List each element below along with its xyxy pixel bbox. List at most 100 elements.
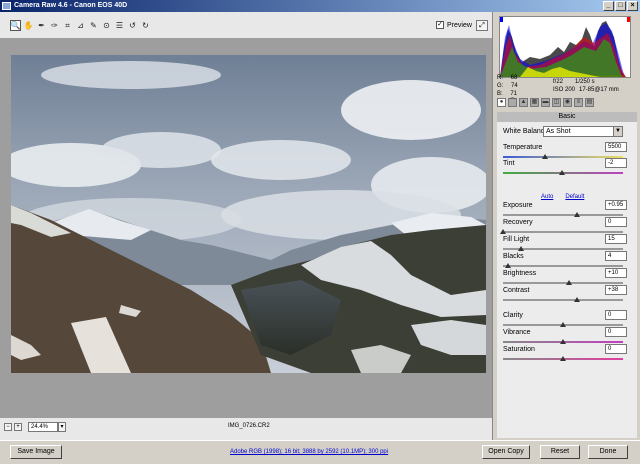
rotate-cw-icon[interactable]: ↻: [140, 20, 151, 31]
preview-checkbox[interactable]: ✓: [436, 21, 444, 29]
hsl-tab-icon[interactable]: ▦: [530, 98, 539, 107]
contrast-input[interactable]: +38: [605, 285, 627, 295]
blacks-track[interactable]: [503, 265, 623, 267]
vibrance-thumb[interactable]: [560, 339, 566, 344]
blacks-label: Blacks: [503, 253, 524, 260]
recovery-track[interactable]: [503, 231, 623, 233]
g-label: G:: [497, 83, 504, 89]
right-pane: R: 68 G: 74 B: 71 f/22 1/250 s ISO 200 1…: [492, 12, 640, 440]
reset-button[interactable]: Reset: [540, 445, 580, 459]
straighten-tool-icon[interactable]: ⊿: [75, 20, 86, 31]
recovery-input[interactable]: 0: [605, 217, 627, 227]
zoom-in-button[interactable]: +: [14, 423, 22, 431]
r-label: R:: [497, 75, 503, 81]
preview-toggle[interactable]: ✓ Preview: [436, 21, 472, 29]
rotate-ccw-icon[interactable]: ↺: [127, 20, 138, 31]
brightness-thumb[interactable]: [566, 280, 572, 285]
recovery-thumb[interactable]: [500, 229, 506, 234]
b-label: B:: [497, 91, 503, 97]
red-eye-tool-icon[interactable]: ⊙: [101, 20, 112, 31]
photo-preview: [11, 55, 486, 373]
default-link[interactable]: Default: [565, 194, 584, 200]
clarity-label: Clarity: [503, 312, 523, 319]
save-image-button[interactable]: Save Image: [10, 445, 62, 459]
blacks-input[interactable]: 4: [605, 251, 627, 261]
exposure-track[interactable]: [503, 214, 623, 216]
snapshots-tab-icon[interactable]: ▤: [585, 98, 594, 107]
histogram-graph: [500, 17, 630, 77]
workflow-options-link[interactable]: Adobe RGB (1998); 16 bit; 3888 by 2592 (…: [230, 449, 388, 455]
preferences-icon[interactable]: ☰: [114, 20, 125, 31]
camera-calibration-tab-icon[interactable]: ◉: [563, 98, 572, 107]
g-value: 74: [511, 83, 518, 89]
zoom-out-button[interactable]: −: [4, 423, 12, 431]
tint-thumb[interactable]: [558, 170, 565, 175]
title-bar: Camera Raw 4.6 - Canon EOS 40D _ □ ×: [0, 0, 640, 12]
maximize-button[interactable]: □: [615, 1, 626, 11]
color-sampler-tool-icon[interactable]: ✑: [49, 20, 60, 31]
zoom-level-field[interactable]: 24.4%: [28, 422, 58, 432]
saturation-input[interactable]: 0: [605, 344, 627, 354]
panel-header: Basic: [497, 112, 637, 122]
temperature-input[interactable]: 5500: [605, 142, 627, 152]
hand-tool-icon[interactable]: ✋: [23, 20, 34, 31]
brightness-input[interactable]: +10: [605, 268, 627, 278]
fill-light-label: Fill Light: [503, 236, 530, 243]
clarity-thumb[interactable]: [560, 322, 566, 327]
crop-tool-icon[interactable]: ⌗: [62, 20, 73, 31]
shutter-value: 1/250 s: [575, 79, 595, 85]
fullscreen-icon[interactable]: ⤢: [476, 20, 488, 31]
blacks-thumb[interactable]: [504, 263, 511, 268]
auto-default-links: Auto Default: [541, 194, 584, 200]
split-toning-tab-icon[interactable]: ▬: [541, 98, 550, 107]
temperature-label: Temperature: [503, 144, 543, 151]
auto-link[interactable]: Auto: [541, 194, 553, 200]
retouch-tool-icon[interactable]: ✎: [88, 20, 99, 31]
exposure-input[interactable]: +0.95: [605, 200, 627, 210]
zoom-tool-icon[interactable]: 🔍: [10, 20, 21, 31]
file-name: IMG_0726.CR2: [228, 423, 270, 429]
contrast-slider[interactable]: Contrast +38: [503, 285, 627, 307]
saturation-label: Saturation: [503, 346, 535, 353]
saturation-thumb[interactable]: [560, 356, 566, 361]
histogram: [499, 16, 631, 78]
tint-slider[interactable]: Tint -2: [503, 158, 627, 180]
basic-tab-icon[interactable]: ●: [497, 98, 506, 107]
temperature-thumb[interactable]: [542, 154, 548, 159]
close-button[interactable]: ×: [627, 1, 638, 11]
recovery-label: Recovery: [503, 219, 533, 226]
vibrance-input[interactable]: 0: [605, 327, 627, 337]
basic-panel: White Balance: As Shot ▼ Temperature 550…: [497, 122, 637, 438]
detail-tab-icon[interactable]: ▲: [519, 98, 528, 107]
brightness-label: Brightness: [503, 270, 537, 277]
b-value: 71: [510, 91, 518, 97]
lens-corrections-tab-icon[interactable]: ◫: [552, 98, 561, 107]
tone-curve-tab-icon[interactable]: ⌒: [508, 98, 517, 107]
tint-input[interactable]: -2: [605, 158, 627, 168]
mountain-landscape-photo: [11, 55, 486, 373]
window-controls: _ □ ×: [603, 1, 638, 11]
fill-light-thumb[interactable]: [518, 246, 524, 251]
tint-label: Tint: [503, 160, 515, 167]
iso-value: ISO 200: [553, 87, 576, 93]
aperture-value: f/22: [553, 79, 564, 85]
contrast-track[interactable]: [503, 299, 623, 301]
done-button[interactable]: Done: [588, 445, 628, 459]
minimize-button[interactable]: _: [603, 1, 614, 11]
window-title: Camera Raw 4.6 - Canon EOS 40D: [14, 2, 128, 9]
white-balance-value: As Shot: [546, 128, 571, 135]
presets-tab-icon[interactable]: ≡: [574, 98, 583, 107]
zoom-dropdown-icon[interactable]: ▾: [58, 422, 66, 432]
clarity-input[interactable]: 0: [605, 310, 627, 320]
saturation-slider[interactable]: Saturation 0: [503, 344, 627, 366]
open-copy-button[interactable]: Open Copy: [482, 445, 530, 459]
exposure-thumb[interactable]: [574, 212, 581, 217]
tool-bar: 🔍 ✋ ✒ ✑ ⌗ ⊿ ✎ ⊙ ☰ ↺ ↻: [10, 20, 151, 31]
vibrance-label: Vibrance: [503, 329, 531, 336]
contrast-thumb[interactable]: [574, 297, 581, 302]
white-balance-tool-icon[interactable]: ✒: [36, 20, 47, 31]
panel-tabs: ● ⌒ ▲ ▦ ▬ ◫ ◉ ≡ ▤: [497, 98, 637, 110]
white-balance-dropdown[interactable]: As Shot ▼: [543, 126, 623, 137]
brightness-track[interactable]: [503, 282, 623, 284]
fill-light-input[interactable]: 15: [605, 234, 627, 244]
